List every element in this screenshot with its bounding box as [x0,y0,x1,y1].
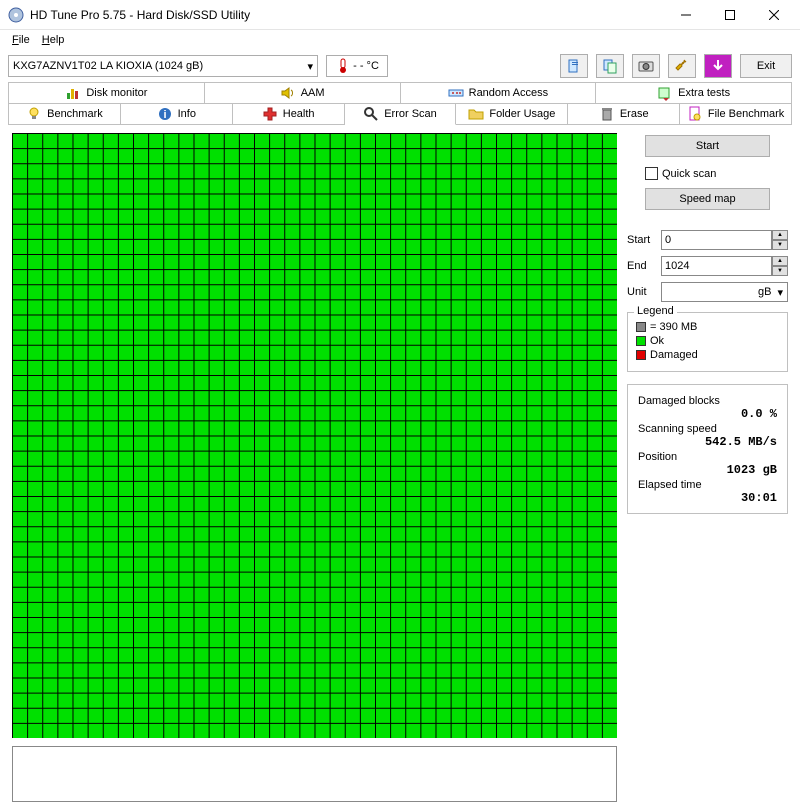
tab-health[interactable]: Health [233,103,345,125]
drive-selector-text: KXG7AZNV1T02 LA KIOXIA (1024 gB) [13,60,203,72]
exit-button[interactable]: Exit [740,54,792,78]
tab-erase[interactable]: Erase [568,103,680,125]
menu-file[interactable]: File [6,32,36,48]
toolbar: KXG7AZNV1T02 LA KIOXIA (1024 gB) ▾ - - °… [0,50,800,82]
trash-icon [599,106,615,122]
title-bar: HD Tune Pro 5.75 - Hard Disk/SSD Utility [0,0,800,30]
file-icon [687,106,703,122]
speaker-icon [280,85,296,101]
position-value: 1023 gB [638,463,777,477]
tab-row-2: Benchmark i Info Health Error Scan Folde… [0,103,800,125]
wrench-icon [674,58,690,74]
info-icon: i [157,106,173,122]
quick-scan-label: Quick scan [662,168,716,180]
legend-block-swatch [636,322,646,332]
maximize-button[interactable] [708,1,752,29]
folder-icon [468,106,484,122]
window-title: HD Tune Pro 5.75 - Hard Disk/SSD Utility [30,8,664,22]
tab-disk-monitor[interactable]: Disk monitor [8,82,205,104]
start-spin-up[interactable]: ▲ [772,230,788,240]
tab-row-1: Disk monitor AAM Random Access Extra tes… [0,82,800,104]
temperature-text: - - °C [353,60,379,72]
legend-damaged-swatch [636,350,646,360]
scan-grid [12,133,617,738]
copy-screenshot-button[interactable] [596,54,624,78]
target-icon [448,85,464,101]
legend-ok-swatch [636,336,646,346]
save-log-button[interactable] [704,54,732,78]
end-row: End 1024 ▲ ▼ [627,256,788,276]
menu-help[interactable]: Help [36,32,71,48]
scanning-speed-value: 542.5 MB/s [638,435,777,449]
tab-aam[interactable]: AAM [205,82,401,104]
unit-label: Unit [627,286,657,298]
end-input[interactable]: 1024 [661,256,772,276]
log-output [12,746,617,802]
tab-info[interactable]: i Info [121,103,233,125]
tools-icon [657,85,673,101]
side-panel: Start Quick scan Speed map Start 0 ▲ ▼ E… [627,133,788,802]
menu-bar: File Help [0,30,800,50]
start-input[interactable]: 0 [661,230,772,250]
quick-scan-row: Quick scan [645,167,788,180]
quick-scan-checkbox[interactable] [645,167,658,180]
end-spin-down[interactable]: ▼ [772,266,788,276]
app-icon [8,7,24,23]
thermometer-icon [335,58,351,74]
start-spin-down[interactable]: ▼ [772,240,788,250]
scan-area [12,133,617,802]
end-spin-up[interactable]: ▲ [772,256,788,266]
drive-selector[interactable]: KXG7AZNV1T02 LA KIOXIA (1024 gB) ▾ [8,55,318,77]
close-button[interactable] [752,1,796,29]
legend-fieldset: Legend = 390 MB Ok Damaged [627,312,788,372]
chevron-down-icon: ▾ [307,60,313,73]
speed-map-button[interactable]: Speed map [645,188,770,210]
svg-text:i: i [163,109,166,121]
save-screenshot-button[interactable] [632,54,660,78]
unit-row: Unit gB ▾ [627,282,788,302]
options-button[interactable] [668,54,696,78]
stats-box: Damaged blocks 0.0 % Scanning speed 542.… [627,384,788,514]
content-area: Start Quick scan Speed map Start 0 ▲ ▼ E… [0,125,800,810]
damaged-blocks-value: 0.0 % [638,407,777,421]
camera-icon [638,58,654,74]
tab-benchmark[interactable]: Benchmark [8,103,121,125]
tab-file-benchmark[interactable]: File Benchmark [680,103,792,125]
copy-icon [602,58,618,74]
tab-extra-tests[interactable]: Extra tests [596,82,792,104]
download-arrow-icon [710,58,726,74]
bulb-icon [26,106,42,122]
legend-title: Legend [634,305,677,317]
tab-error-scan[interactable]: Error Scan [345,103,457,125]
tab-folder-usage[interactable]: Folder Usage [456,103,568,125]
unit-select[interactable]: gB ▾ [661,282,788,302]
clipboard-icon [566,58,582,74]
start-label: Start [627,234,657,246]
minimize-button[interactable] [664,1,708,29]
chevron-down-icon: ▾ [777,286,783,299]
start-button[interactable]: Start [645,135,770,157]
start-row: Start 0 ▲ ▼ [627,230,788,250]
tab-random-access[interactable]: Random Access [401,82,597,104]
magnifier-icon [363,106,379,122]
cross-icon [262,106,278,122]
damaged-blocks-label: Damaged blocks [638,395,777,407]
position-label: Position [638,451,777,463]
temperature-display: - - °C [326,55,388,77]
elapsed-label: Elapsed time [638,479,777,491]
chart-icon [65,85,81,101]
end-label: End [627,260,657,272]
scanning-speed-label: Scanning speed [638,423,777,435]
exit-label: Exit [757,60,775,72]
elapsed-value: 30:01 [638,491,777,505]
copy-info-button[interactable] [560,54,588,78]
